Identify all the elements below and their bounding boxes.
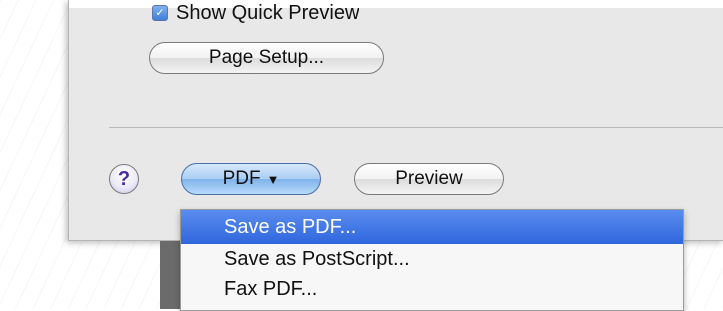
- pdf-menu-button[interactable]: PDF ▼: [181, 163, 321, 195]
- menu-item-save-as-pdf[interactable]: Save as PDF...: [181, 210, 683, 244]
- window-shadow-region: [160, 241, 182, 309]
- help-button[interactable]: ?: [109, 164, 139, 194]
- page-setup-button[interactable]: Page Setup...: [149, 42, 384, 74]
- menu-item-label: Save as PostScript...: [224, 248, 410, 270]
- menu-item-label: Save as PDF...: [224, 216, 357, 238]
- menu-item-label: Fax PDF...: [224, 278, 318, 300]
- triangle-down-icon: ▼: [266, 171, 280, 187]
- preview-button-label: Preview: [395, 168, 463, 189]
- print-dialog-sheet: ✓ Show Quick Preview Page Setup... ? PDF…: [68, 0, 723, 241]
- menu-item-fax-pdf[interactable]: Fax PDF...: [181, 274, 683, 304]
- menu-item-save-as-postscript[interactable]: Save as PostScript...: [181, 244, 683, 274]
- show-quick-preview-row[interactable]: ✓ Show Quick Preview: [152, 2, 359, 24]
- dialog-divider: [109, 127, 723, 128]
- pdf-button-label: PDF: [222, 168, 261, 189]
- show-quick-preview-checkbox[interactable]: ✓: [152, 5, 168, 21]
- page-setup-label: Page Setup...: [208, 47, 325, 68]
- help-icon: ?: [117, 167, 131, 190]
- pdf-dropdown-menu: Save as PDF... Save as PostScript... Fax…: [180, 209, 684, 311]
- show-quick-preview-label: Show Quick Preview: [176, 2, 360, 24]
- preview-button[interactable]: Preview: [354, 163, 504, 195]
